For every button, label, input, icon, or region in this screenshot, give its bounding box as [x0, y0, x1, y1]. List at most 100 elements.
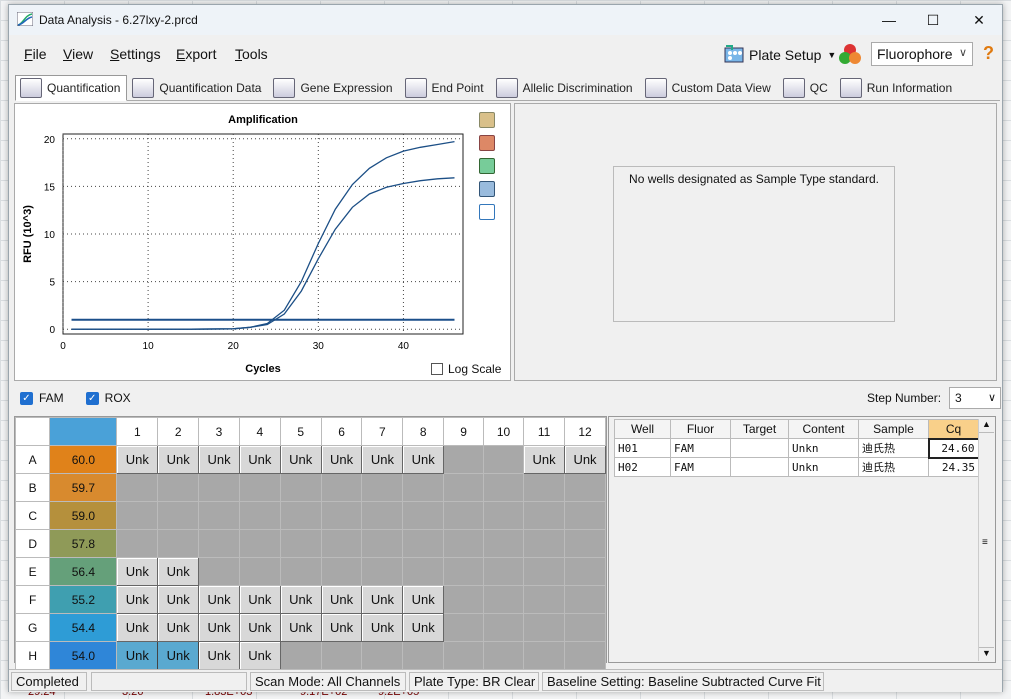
well-table-header[interactable]: Sample [858, 419, 929, 439]
plate-well[interactable] [198, 557, 240, 586]
plate-well[interactable] [443, 529, 484, 558]
well-table-cell[interactable]: 迪氏热 [858, 438, 929, 458]
tab-quantification-data[interactable]: Quantification Data [127, 75, 268, 101]
plate-well[interactable] [279, 529, 322, 558]
fam-checkbox[interactable]: ✓ FAM [20, 391, 64, 405]
plate-well[interactable] [443, 613, 484, 642]
plate-well[interactable] [320, 473, 363, 502]
tab-allelic-discrimination[interactable]: Allelic Discrimination [491, 75, 640, 101]
well-table-cell[interactable] [730, 457, 789, 477]
plate-well[interactable] [482, 473, 525, 502]
plate-well[interactable] [157, 473, 200, 502]
plate-well[interactable]: Unk [238, 445, 281, 474]
plate-well[interactable]: Unk [320, 585, 363, 614]
fluorophore-select[interactable]: Fluorophore ∨ [871, 42, 973, 66]
export-icon[interactable] [479, 158, 495, 174]
plate-well[interactable] [523, 557, 566, 586]
plate-column-header[interactable]: 10 [482, 417, 525, 446]
help-icon[interactable]: ? [983, 43, 994, 64]
plate-well[interactable]: Unk [198, 585, 240, 614]
plate-well[interactable] [402, 557, 445, 586]
plate-well[interactable]: Unk [402, 445, 445, 474]
log-scale-checkbox[interactable]: Log Scale [431, 362, 501, 376]
plate-well[interactable]: Unk [157, 585, 200, 614]
plate-well[interactable] [482, 641, 525, 670]
minimize-button[interactable]: — [869, 9, 909, 31]
well-table-header[interactable]: Cq [928, 419, 979, 439]
well-table-header[interactable]: Target [730, 419, 789, 439]
plate-row-header[interactable]: G [14, 613, 51, 642]
plate-well[interactable] [320, 641, 363, 670]
plate-well[interactable] [116, 529, 159, 558]
well-table-cell[interactable]: FAM [670, 438, 731, 458]
plate-well[interactable] [443, 557, 484, 586]
plate-well[interactable] [523, 613, 566, 642]
plate-column-header[interactable]: 4 [238, 417, 281, 446]
well-table-cell[interactable]: 迪氏热 [858, 457, 929, 477]
well-table-cell[interactable]: H01 [614, 438, 671, 458]
plate-row-header[interactable]: H [14, 641, 51, 670]
menu-settings[interactable]: Settings [110, 46, 161, 62]
plate-well[interactable]: Unk [198, 445, 240, 474]
plate-well[interactable] [279, 501, 322, 530]
plate-column-header[interactable]: 5 [279, 417, 322, 446]
plate-well[interactable] [157, 529, 200, 558]
tab-gene-expression[interactable]: Gene Expression [268, 75, 399, 101]
well-table-header[interactable]: Fluor [670, 419, 731, 439]
plate-well[interactable] [402, 501, 445, 530]
copy-icon[interactable] [479, 112, 495, 128]
plate-well[interactable]: Unk [279, 445, 322, 474]
tab-qc[interactable]: QC [778, 75, 835, 101]
plate-well[interactable] [238, 473, 281, 502]
plate-well[interactable] [443, 445, 484, 474]
plate-well[interactable]: Unk [402, 585, 445, 614]
plate-well[interactable] [523, 501, 566, 530]
plate-well[interactable] [482, 557, 525, 586]
plate-column-header[interactable]: 11 [523, 417, 566, 446]
plate-well[interactable]: Unk [320, 445, 363, 474]
plate-well[interactable] [564, 473, 606, 502]
plate-well[interactable] [320, 529, 363, 558]
plate-well[interactable] [564, 641, 606, 670]
plate-well[interactable] [402, 473, 445, 502]
plate-well[interactable]: Unk [116, 613, 159, 642]
well-table-header[interactable]: Well [614, 419, 671, 439]
plate-column-header[interactable]: 8 [402, 417, 445, 446]
plate-well[interactable]: Unk [523, 445, 566, 474]
curve-settings-icon[interactable] [479, 204, 495, 220]
plate-well[interactable] [482, 445, 525, 474]
plate-well[interactable] [443, 473, 484, 502]
plate-well[interactable]: Unk [157, 445, 200, 474]
plate-well[interactable] [157, 501, 200, 530]
plate-row-header[interactable]: A [14, 445, 51, 474]
well-table-cell[interactable]: Unkn [788, 438, 859, 458]
plate-well[interactable]: Unk [320, 613, 363, 642]
scroll-up-icon[interactable]: ▲ [979, 419, 994, 433]
plate-well[interactable]: Unk [198, 641, 240, 670]
plate-well[interactable]: Unk [279, 613, 322, 642]
plate-well[interactable] [564, 501, 606, 530]
plate-well[interactable] [279, 557, 322, 586]
close-button[interactable]: ✕ [959, 9, 999, 31]
step-number-select[interactable]: 3 ∨ [949, 387, 1002, 409]
rox-checkbox[interactable]: ✓ ROX [85, 391, 131, 405]
plate-well[interactable] [198, 529, 240, 558]
plate-well[interactable]: Unk [116, 557, 159, 586]
plate-well[interactable]: Unk [361, 445, 404, 474]
plate-row-header[interactable]: F [14, 585, 51, 614]
plate-well[interactable] [564, 557, 606, 586]
plate-well[interactable] [279, 473, 322, 502]
plate-row-header[interactable]: E [14, 557, 51, 586]
color-settings-icon[interactable] [479, 135, 495, 151]
plate-well[interactable]: Unk [279, 585, 322, 614]
well-table-cell[interactable]: H02 [614, 457, 671, 477]
plate-well[interactable] [523, 473, 566, 502]
plate-well[interactable]: Unk [238, 641, 281, 670]
plate-well[interactable] [564, 585, 606, 614]
well-table-cell[interactable] [730, 438, 789, 458]
plate-well[interactable]: Unk [116, 445, 159, 474]
plate-well[interactable]: Unk [116, 641, 159, 670]
plate-well[interactable]: Unk [116, 585, 159, 614]
plate-well[interactable] [320, 557, 363, 586]
tab-end-point[interactable]: End Point [400, 75, 491, 101]
